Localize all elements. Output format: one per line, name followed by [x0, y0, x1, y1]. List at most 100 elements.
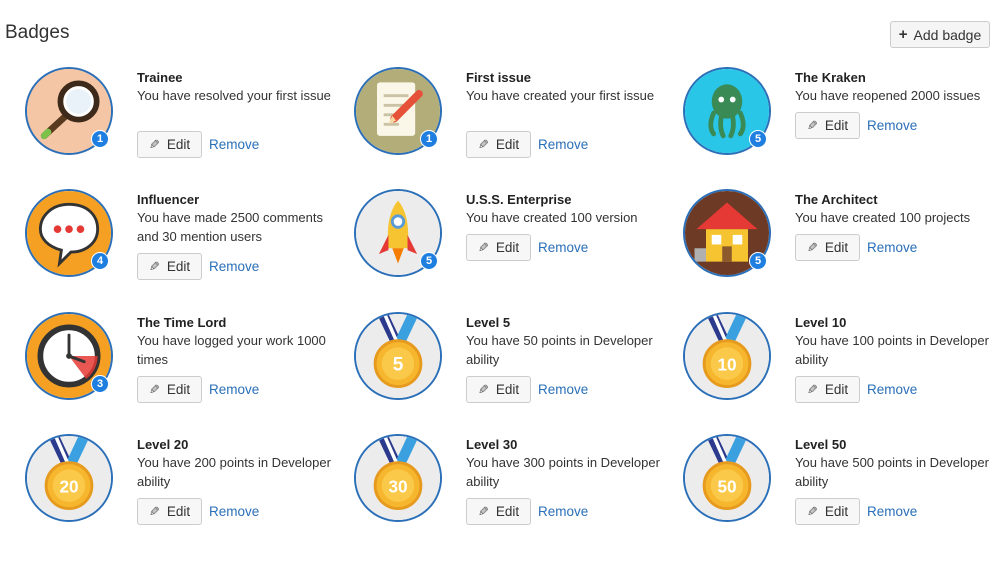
medal-icon: 5 [354, 312, 442, 400]
badge-name: U.S.S. Enterprise [466, 192, 572, 207]
pencil-icon: ✎ [806, 117, 818, 133]
edit-label: Edit [824, 118, 849, 133]
edit-button[interactable]: ✎ Edit [137, 376, 202, 403]
edit-button[interactable]: ✎ Edit [795, 234, 860, 261]
badge-name: Level 5 [466, 315, 511, 330]
badge-name: Influencer [137, 192, 200, 207]
badge-card: 10 Level 10 You have 100 points in Devel… [683, 312, 1000, 422]
badge-description: You have created 100 version [466, 210, 638, 225]
badge-name: Level 10 [795, 315, 847, 330]
badge-card: 4 Influencer You have made 2500 comments… [25, 189, 345, 299]
badge-description: You have 100 points in Developer ability [795, 333, 989, 367]
edit-label: Edit [824, 382, 849, 397]
edit-label: Edit [166, 504, 191, 519]
medal-level-text: 10 [717, 354, 736, 374]
edit-label: Edit [495, 504, 520, 519]
pencil-icon: ✎ [477, 239, 489, 255]
badge-description: You have reopened 2000 issues [795, 88, 981, 103]
badge-description: You have 300 points in Developer ability [466, 455, 660, 489]
count-badge: 5 [749, 252, 767, 270]
count-badge: 5 [749, 130, 767, 148]
medal-level-text: 20 [59, 476, 78, 496]
badge-name: Trainee [137, 70, 183, 85]
pencil-icon: ✎ [806, 381, 818, 397]
remove-link[interactable]: Remove [867, 504, 917, 519]
count-badge: 1 [91, 130, 109, 148]
badge-name: The Architect [795, 192, 878, 207]
edit-button[interactable]: ✎ Edit [466, 498, 531, 525]
medal-icon: 50 [683, 434, 771, 522]
edit-label: Edit [166, 382, 191, 397]
badge-description: You have created your first issue [466, 88, 655, 103]
add-badge-button[interactable]: + Add badge [890, 21, 990, 48]
edit-label: Edit [495, 137, 520, 152]
remove-link[interactable]: Remove [209, 504, 259, 519]
edit-label: Edit [824, 240, 849, 255]
badge-name: First issue [466, 70, 532, 85]
badge-description: You have made 2500 comments and 30 menti… [137, 210, 323, 244]
edit-button[interactable]: ✎ Edit [137, 498, 202, 525]
page-title: Badges [5, 22, 70, 43]
badge-name: Level 30 [466, 437, 518, 452]
count-badge: 3 [91, 375, 109, 393]
badge-description: You have created 100 projects [795, 210, 971, 225]
badge-card: 5 The Architect You have created 100 pro… [683, 189, 1000, 299]
edit-label: Edit [495, 382, 520, 397]
remove-link[interactable]: Remove [209, 137, 259, 152]
edit-button[interactable]: ✎ Edit [466, 131, 531, 158]
badge-card: 50 Level 50 You have 500 points in Devel… [683, 434, 1000, 544]
badge-name: The Time Lord [137, 315, 227, 330]
remove-link[interactable]: Remove [867, 382, 917, 397]
pencil-icon: ✎ [477, 503, 489, 519]
pencil-icon: ✎ [148, 258, 160, 274]
edit-button[interactable]: ✎ Edit [466, 376, 531, 403]
badge-description: You have resolved your first issue [137, 88, 331, 103]
remove-link[interactable]: Remove [538, 504, 588, 519]
badge-name: Level 50 [795, 437, 847, 452]
badge-description: You have 200 points in Developer ability [137, 455, 331, 489]
edit-button[interactable]: ✎ Edit [795, 376, 860, 403]
remove-link[interactable]: Remove [538, 240, 588, 255]
pencil-icon: ✎ [477, 136, 489, 152]
badge-name: Level 20 [137, 437, 189, 452]
count-badge: 4 [91, 252, 109, 270]
pencil-icon: ✎ [477, 381, 489, 397]
badge-description: You have 50 points in Developer ability [466, 333, 653, 367]
edit-button[interactable]: ✎ Edit [137, 131, 202, 158]
add-badge-label: Add badge [913, 26, 982, 43]
plus-icon: + [898, 26, 908, 43]
remove-link[interactable]: Remove [538, 382, 588, 397]
medal-icon: 10 [683, 312, 771, 400]
medal-level-text: 5 [393, 354, 404, 375]
remove-link[interactable]: Remove [209, 382, 259, 397]
pencil-icon: ✎ [148, 381, 160, 397]
remove-link[interactable]: Remove [867, 240, 917, 255]
remove-link[interactable]: Remove [867, 118, 917, 133]
badge-card: 3 The Time Lord You have logged your wor… [25, 312, 345, 422]
pencil-icon: ✎ [806, 239, 818, 255]
badge-card: 1 First issue You have created your firs… [354, 67, 674, 177]
pencil-icon: ✎ [148, 136, 160, 152]
edit-button[interactable]: ✎ Edit [137, 253, 202, 280]
edit-label: Edit [166, 259, 191, 274]
badge-card: 20 Level 20 You have 200 points in Devel… [25, 434, 345, 544]
edit-button[interactable]: ✎ Edit [466, 234, 531, 261]
count-badge: 1 [420, 130, 438, 148]
edit-button[interactable]: ✎ Edit [795, 498, 860, 525]
remove-link[interactable]: Remove [538, 137, 588, 152]
remove-link[interactable]: Remove [209, 259, 259, 274]
pencil-icon: ✎ [148, 503, 160, 519]
badge-description: You have 500 points in Developer ability [795, 455, 989, 489]
edit-label: Edit [495, 240, 520, 255]
edit-button[interactable]: ✎ Edit [795, 112, 860, 139]
badge-card: 5 Level 5 You have 50 points in Develope… [354, 312, 674, 422]
medal-level-text: 30 [388, 476, 407, 496]
badge-name: The Kraken [795, 70, 866, 85]
edit-label: Edit [824, 504, 849, 519]
pencil-icon: ✎ [806, 503, 818, 519]
badge-card: 5 The Kraken You have reopened 2000 issu… [683, 67, 1000, 177]
badge-description: You have logged your work 1000 times [137, 333, 326, 367]
count-badge: 5 [420, 252, 438, 270]
medal-icon: 30 [354, 434, 442, 522]
edit-label: Edit [166, 137, 191, 152]
